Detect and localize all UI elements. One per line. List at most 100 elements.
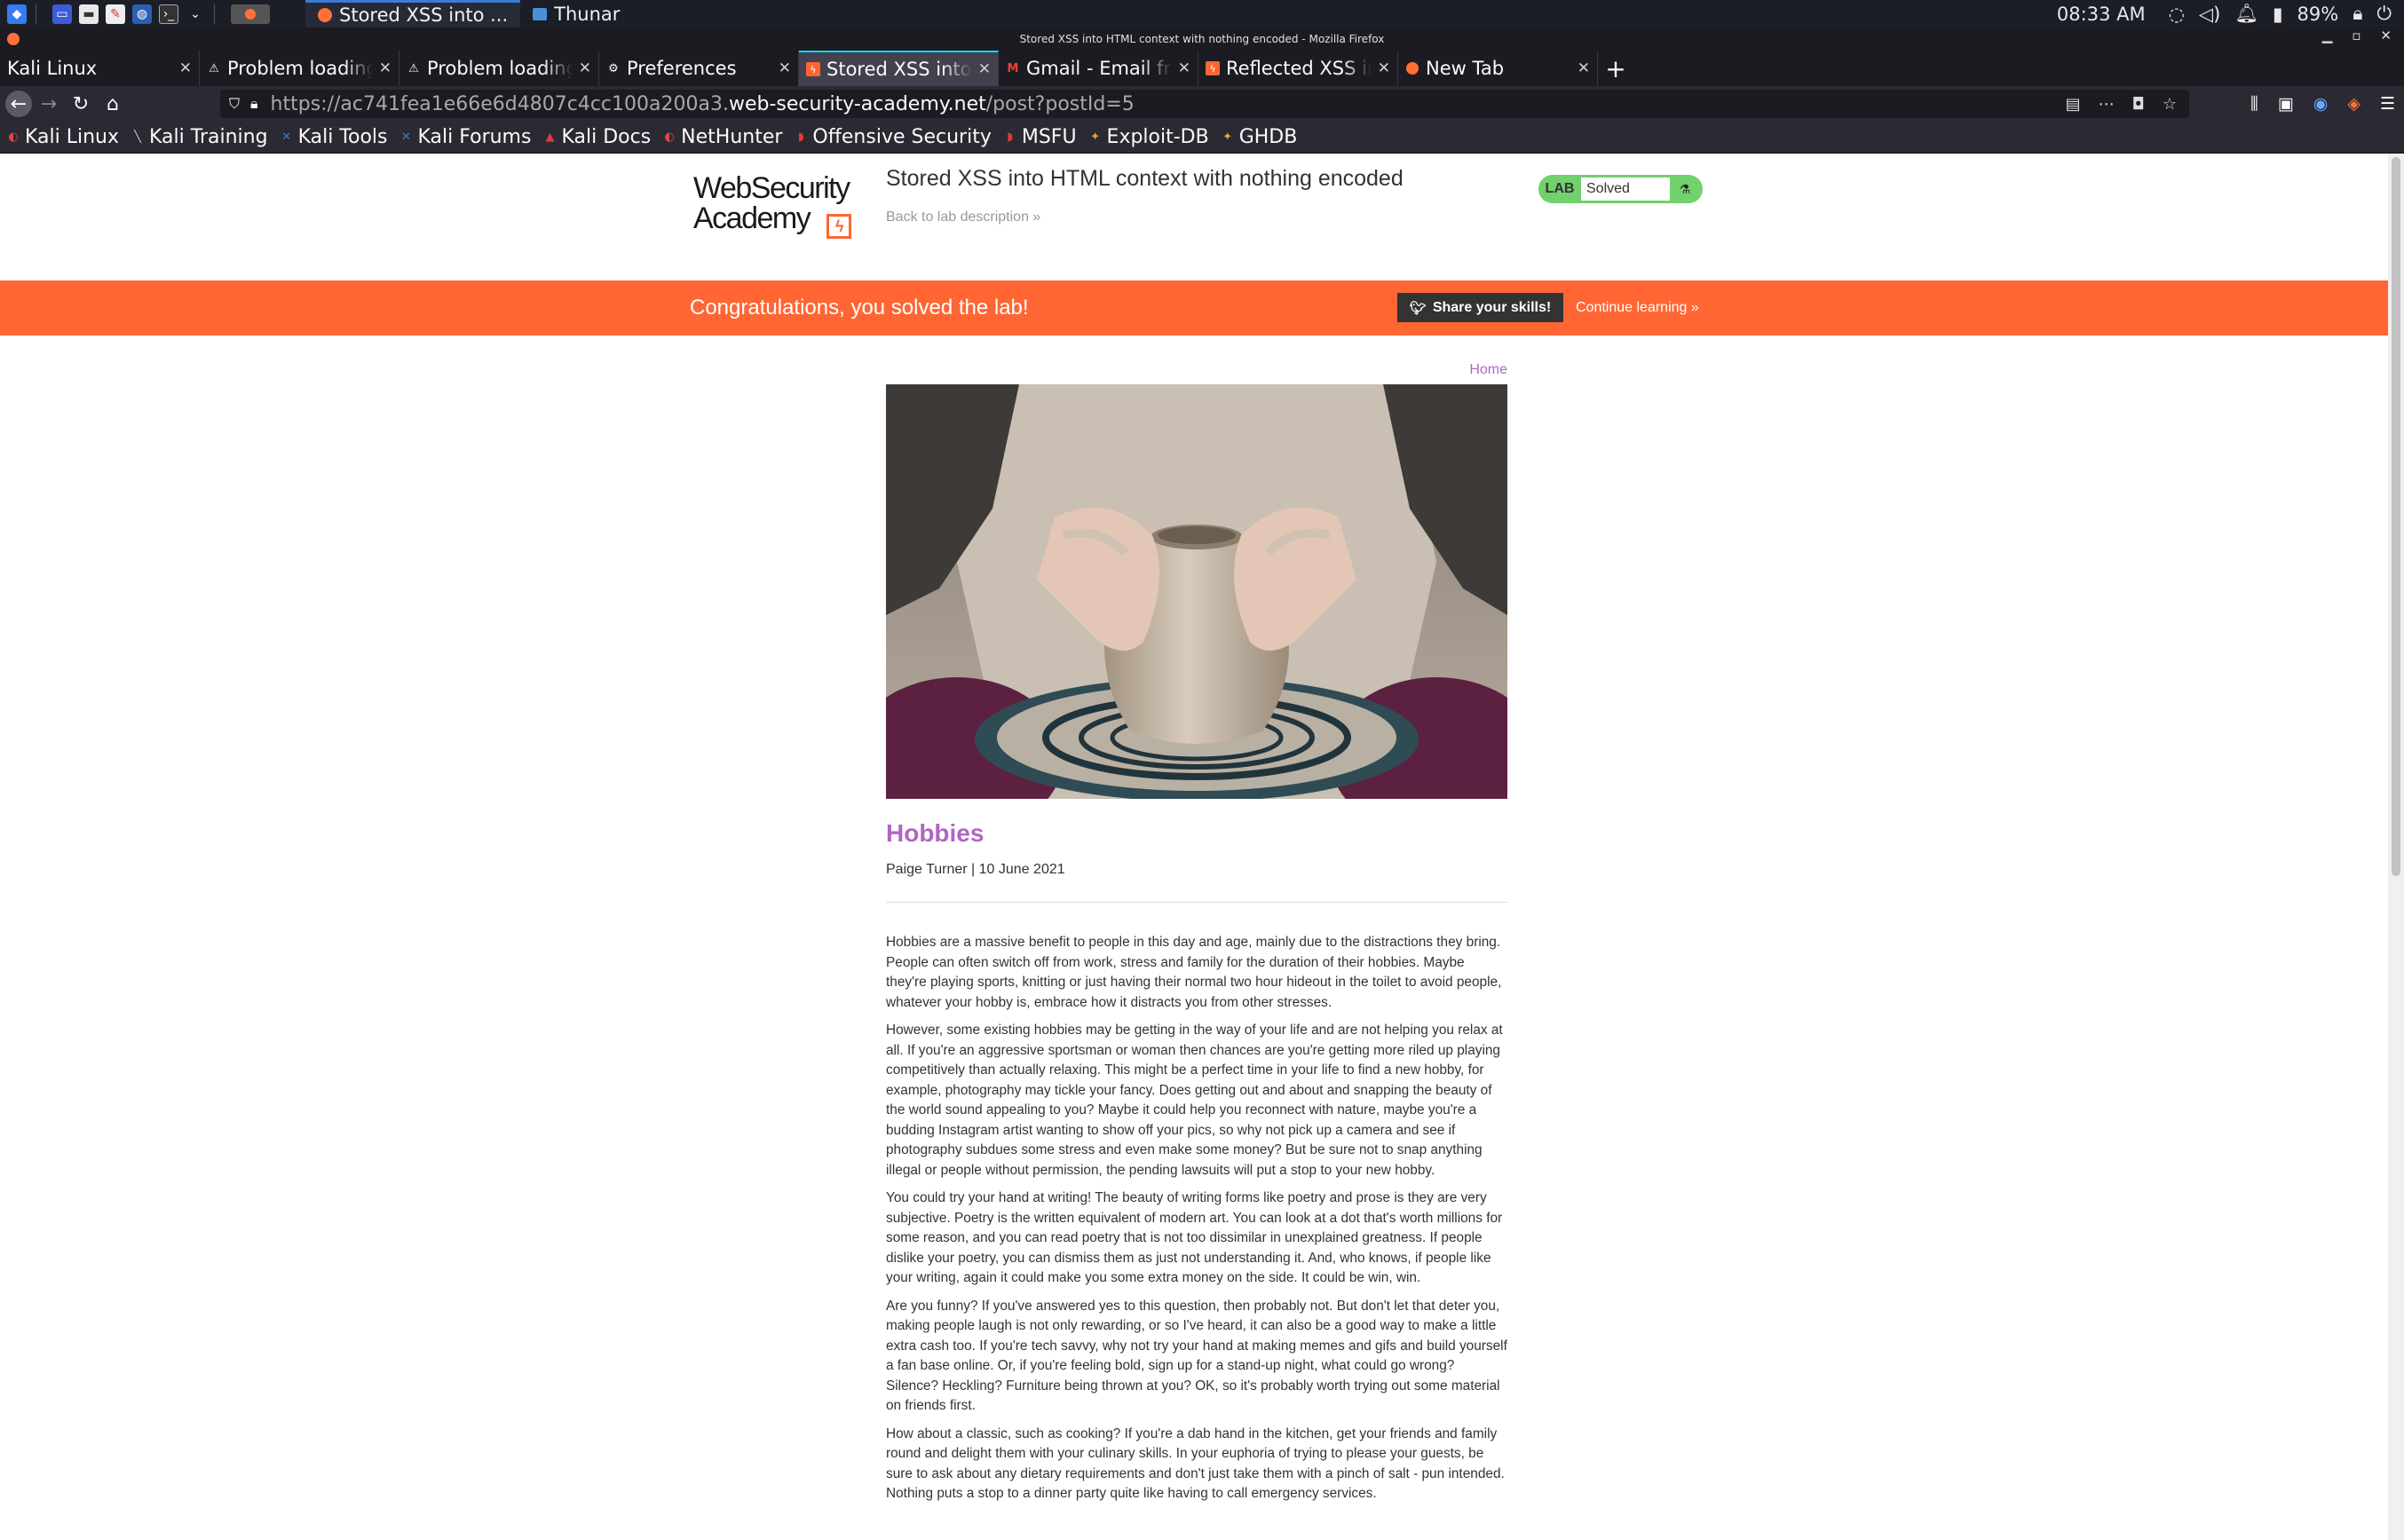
battery-icon[interactable]: ▮ [2273, 4, 2283, 25]
scrollbar-thumb[interactable] [2392, 157, 2400, 876]
extension-icon[interactable]: ◈ [2347, 94, 2361, 114]
post-title: Hobbies [886, 819, 985, 847]
kali-forums-icon: ✕ [401, 130, 411, 144]
plus-icon: + [1605, 53, 1626, 83]
tracking-shield-icon[interactable]: ⛉ [229, 95, 240, 113]
tab-close-icon[interactable]: ✕ [1178, 59, 1190, 77]
firefox-icon [318, 8, 332, 22]
account-icon[interactable]: ◉ [2313, 94, 2329, 114]
continue-learning-link[interactable]: Continue learning » [1576, 300, 1699, 316]
tab-close-icon[interactable]: ✕ [779, 59, 791, 77]
post-paragraph: You could try your hand at writing! The … [886, 1190, 1503, 1285]
lightning-logo-icon: ϟ [826, 214, 851, 239]
kali-menu-icon[interactable]: ◆ [7, 4, 27, 24]
post-paragraph: However, some existing hobbies may be ge… [886, 1023, 1503, 1178]
window-title: Stored XSS into HTML context with nothin… [1019, 33, 1385, 45]
back-to-lab-description-link[interactable]: Back to lab description » [886, 209, 1040, 225]
clock[interactable]: 08:33 AM [2057, 4, 2146, 25]
close-icon[interactable]: ✕ [2380, 28, 2392, 43]
terminal-icon[interactable]: ›_ [159, 4, 178, 24]
tab-close-icon[interactable]: ✕ [179, 59, 192, 77]
launcher-chevron-down-icon[interactable]: ⌄ [186, 4, 205, 24]
url-prefix: https://ac741fea1e66e6d4807c4cc100a200a3… [270, 92, 729, 115]
sidebar-icon[interactable]: ▣ [2278, 94, 2294, 114]
desktop-taskbar: ◆ ▭ ▬ ✎ ◍ ›_ ⌄ Stored XSS into ... Thuna… [0, 0, 2404, 28]
lock-icon[interactable]: 🔒︎ [2353, 3, 2362, 25]
new-tab-button[interactable]: + [1598, 51, 1633, 86]
taskbar-task-thunar[interactable]: Thunar [520, 0, 632, 28]
arrow-left-icon: ← [10, 92, 28, 115]
back-button[interactable]: ← [5, 91, 32, 117]
notification-bell-icon[interactable]: 🔔︎ [2234, 3, 2258, 25]
tab-close-icon[interactable]: ✕ [1578, 59, 1590, 77]
kali-docs-icon: ▲ [545, 130, 555, 144]
bookmark-star-icon[interactable]: ☆ [2163, 95, 2177, 114]
browser-launcher-icon[interactable]: ◍ [132, 4, 152, 24]
msfu-icon: ◗ [1007, 130, 1014, 144]
text-editor-icon[interactable]: ✎ [106, 4, 125, 24]
url-text[interactable]: https://ac741fea1e66e6d4807c4cc100a200a3… [271, 93, 1135, 115]
url-bar[interactable]: ⛉ 🔒︎ https://ac741fea1e66e6d4807c4cc100a… [220, 90, 2189, 118]
bookmark-label: Kali Linux [25, 126, 120, 148]
portswigger-icon: ϟ [806, 62, 820, 76]
home-link[interactable]: Home [1469, 362, 1507, 378]
tab-close-icon[interactable]: ✕ [1378, 59, 1390, 77]
hamburger-menu-icon[interactable]: ☰ [2380, 94, 2395, 114]
lab-header: WebSecurity Academy ϟ Stored XSS into HTM… [0, 154, 2388, 280]
post-paragraph: Are you funny? If you've answered yes to… [886, 1298, 1507, 1414]
bookmark-kali-forums[interactable]: ✕ Kali Forums [400, 126, 531, 148]
web-security-academy-logo[interactable]: WebSecurity Academy ϟ [693, 173, 867, 239]
tab-kali-linux[interactable]: Kali Linux ✕ [0, 51, 200, 86]
reader-view-icon[interactable]: ▤ [2066, 95, 2081, 114]
minimize-icon[interactable]: ▁ [2322, 28, 2333, 43]
tab-preferences[interactable]: ⚙ Preferences ✕ [599, 51, 799, 86]
tab-close-icon[interactable]: ✕ [379, 59, 391, 77]
bookmark-ghdb[interactable]: ✦ GHDB [1222, 126, 1298, 148]
page-scrollbar[interactable] [2388, 154, 2404, 1540]
tab-gmail[interactable]: M Gmail - Email from Google ✕ [999, 51, 1198, 86]
bookmark-kali-tools[interactable]: ✕ Kali Tools [281, 126, 387, 148]
bookmark-kali-docs[interactable]: ▲ Kali Docs [543, 126, 651, 148]
lock-icon[interactable]: 🔒︎ [250, 95, 258, 113]
volume-icon[interactable]: ◁) [2199, 4, 2220, 25]
library-icon[interactable]: ⫼ [2250, 94, 2258, 114]
tab-label: Reflected XSS into HTML [1226, 58, 1372, 79]
web-page: WebSecurity Academy ϟ Stored XSS into HTM… [0, 154, 2388, 1540]
workspace-switcher[interactable] [231, 4, 270, 24]
portswigger-icon: ϟ [1206, 61, 1220, 75]
power-icon[interactable]: ⏻ [2376, 3, 2392, 25]
network-icon[interactable]: ◌ [2169, 4, 2185, 25]
offsec-icon: ◗ [797, 130, 804, 144]
tab-problem-loading-1[interactable]: ⚠ Problem loading page ✕ [200, 51, 399, 86]
bookmarks-toolbar: ◐ Kali Linux ╲ Kali Training ✕ Kali Tools ✕… [0, 122, 2404, 154]
file-manager-icon[interactable]: ▬ [79, 4, 99, 24]
system-tray: 08:33 AM ◌ ◁) 🔔︎ ▮ 89% 🔒︎ ⏻ [2057, 3, 2404, 25]
tab-stored-xss[interactable]: ϟ Stored XSS into HTML context ✕ [799, 51, 999, 86]
taskbar-task-firefox[interactable]: Stored XSS into ... [305, 0, 521, 28]
pocket-icon[interactable]: ◘ [2132, 95, 2145, 114]
bookmark-kali-training[interactable]: ╲ Kali Training [131, 126, 267, 148]
bookmark-label: GHDB [1238, 126, 1298, 148]
page-actions-icon[interactable]: ⋯ [2099, 95, 2115, 114]
window-controls: ▁ ▫ ✕ [2322, 28, 2392, 43]
taskbar-divider [214, 4, 215, 24]
bookmark-offensive-security[interactable]: ◗ Offensive Security [795, 126, 992, 148]
share-skills-button[interactable]: 🐦︎ Share your skills! [1397, 293, 1563, 322]
reload-button[interactable]: ↻ [66, 89, 96, 119]
tab-close-icon[interactable]: ✕ [978, 60, 991, 78]
maximize-icon[interactable]: ▫ [2352, 28, 2361, 43]
tab-problem-loading-2[interactable]: ⚠ Problem loading page ✕ [399, 51, 599, 86]
tab-reflected-xss[interactable]: ϟ Reflected XSS into HTML ✕ [1198, 51, 1398, 86]
forward-button[interactable]: → [34, 89, 64, 119]
navigation-toolbar: ← → ↻ ⌂ ⛉ 🔒︎ https://ac741fea1e66e6d4807… [0, 86, 2404, 122]
show-desktop-icon[interactable]: ▭ [52, 4, 72, 24]
tab-new-tab[interactable]: New Tab ✕ [1398, 51, 1598, 86]
bookmark-nethunter[interactable]: ◐ NetHunter [663, 126, 782, 148]
pottery-wheel-image [886, 384, 1507, 799]
logo-line-2: Academy [693, 201, 811, 235]
bookmark-msfu[interactable]: ◗ MSFU [1004, 126, 1076, 148]
bookmark-kali-linux[interactable]: ◐ Kali Linux [7, 126, 119, 148]
home-button[interactable]: ⌂ [98, 89, 128, 119]
bookmark-exploit-db[interactable]: ✦ Exploit-DB [1089, 126, 1209, 148]
tab-close-icon[interactable]: ✕ [579, 59, 591, 77]
